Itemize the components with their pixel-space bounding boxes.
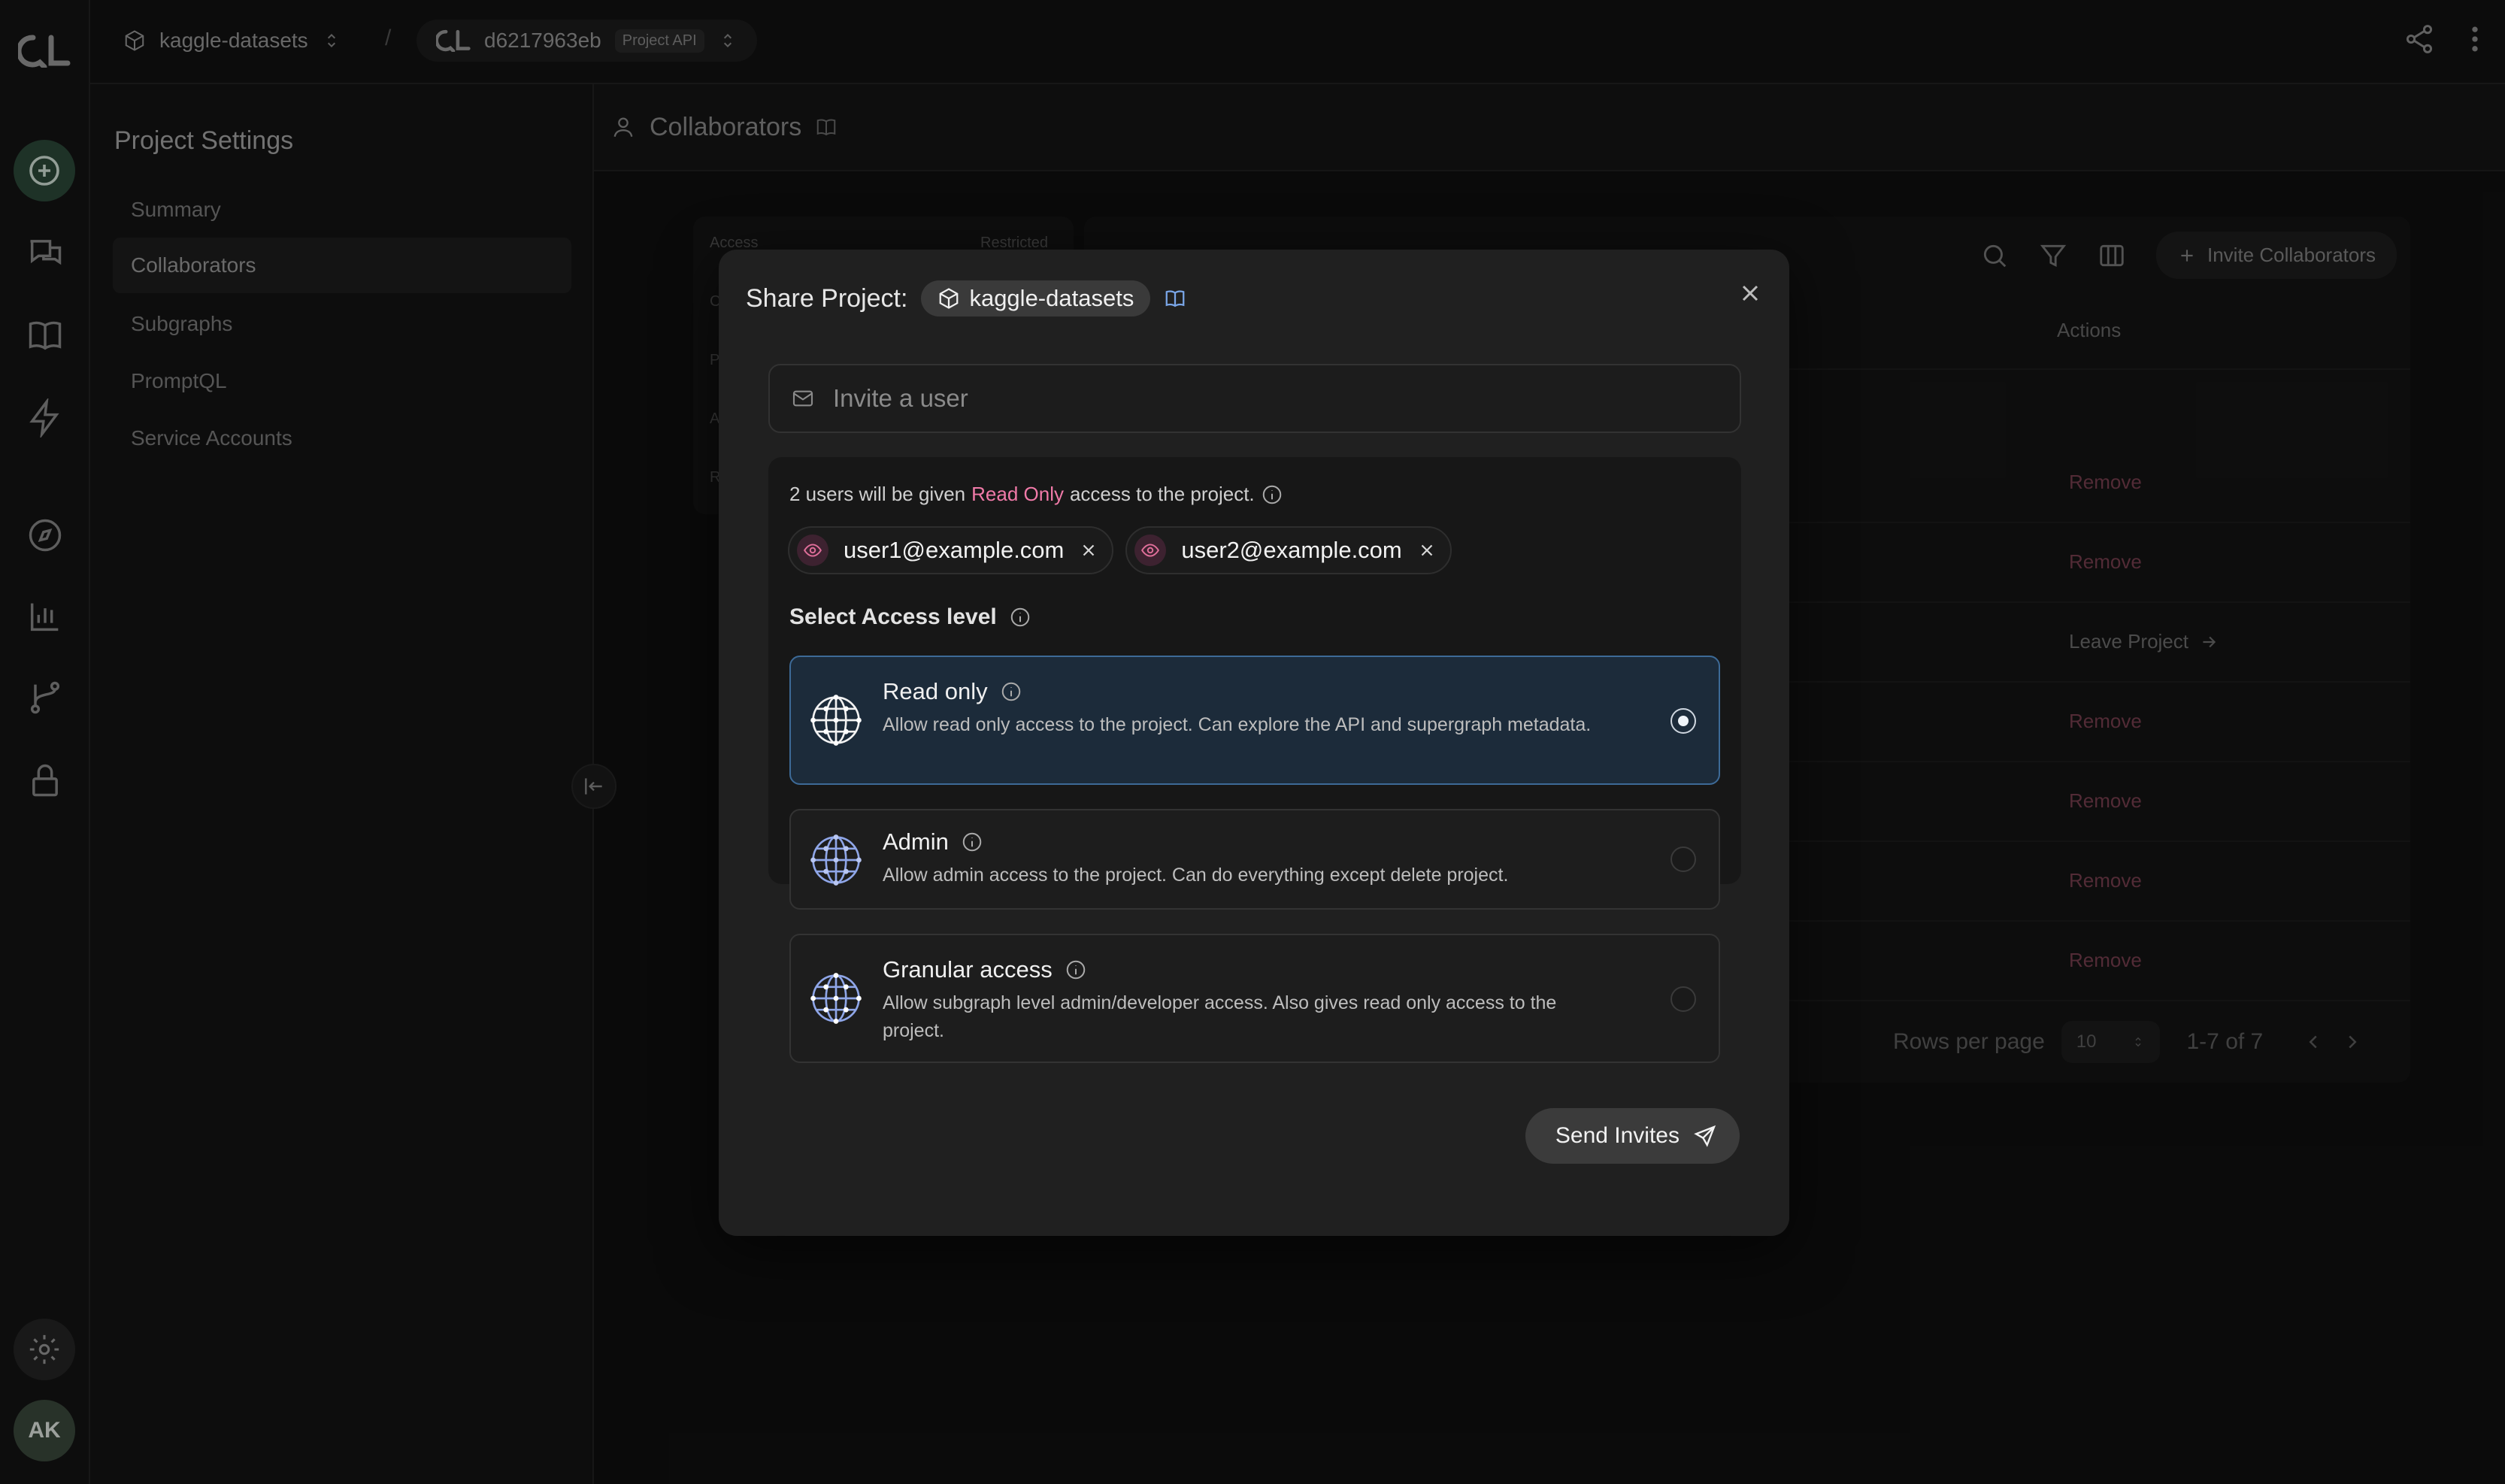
summary-access-level: Read Only bbox=[971, 483, 1064, 505]
info-icon[interactable] bbox=[1009, 606, 1031, 628]
summary-suffix: access to the project. bbox=[1069, 483, 1255, 505]
user-chip: user1@example.com bbox=[788, 526, 1114, 574]
info-icon[interactable] bbox=[961, 831, 983, 853]
close-icon[interactable] bbox=[1737, 280, 1764, 307]
mail-icon bbox=[792, 390, 813, 407]
access-option-read-only[interactable]: Read only Allow read only access to the … bbox=[789, 656, 1720, 785]
option-title: Read only bbox=[883, 678, 988, 704]
globe-network-icon bbox=[810, 973, 862, 1024]
option-radio[interactable] bbox=[1671, 708, 1696, 734]
cube-icon bbox=[940, 288, 959, 309]
project-chip-label: kaggle-datasets bbox=[969, 285, 1134, 311]
option-radio[interactable] bbox=[1671, 986, 1696, 1012]
send-invites-button[interactable]: Send Invites bbox=[1525, 1108, 1740, 1164]
globe-network-icon bbox=[810, 695, 862, 746]
option-description: Allow admin access to the project. Can d… bbox=[883, 865, 1509, 886]
access-level-label: Select Access level bbox=[789, 604, 997, 629]
access-option-granular[interactable]: Granular access Allow subgraph level adm… bbox=[789, 934, 1720, 1063]
globe-network-icon bbox=[810, 834, 862, 886]
invite-user-input[interactable] bbox=[833, 384, 1735, 413]
remove-user-icon[interactable] bbox=[1417, 541, 1437, 560]
remove-user-icon[interactable] bbox=[1079, 541, 1098, 560]
send-icon bbox=[1694, 1125, 1716, 1147]
summary-prefix: 2 users will be given bbox=[789, 483, 966, 505]
option-radio[interactable] bbox=[1671, 846, 1696, 872]
option-title: Admin bbox=[883, 828, 949, 855]
invite-user-field[interactable] bbox=[768, 364, 1741, 433]
user-chip: user2@example.com bbox=[1125, 526, 1452, 574]
option-description: Allow read only access to the project. C… bbox=[883, 714, 1592, 735]
access-option-admin[interactable]: Admin Allow admin access to the project.… bbox=[789, 809, 1720, 910]
share-summary: 2 users will be given Read Only access t… bbox=[789, 483, 1283, 506]
send-invites-label: Send Invites bbox=[1555, 1123, 1680, 1148]
share-project-dialog: Share Project: kaggle-datasets 2 users w… bbox=[719, 250, 1789, 1236]
option-title: Granular access bbox=[883, 956, 1053, 983]
docs-book-icon[interactable] bbox=[1164, 287, 1186, 310]
option-description: Allow subgraph level admin/developer acc… bbox=[883, 992, 1557, 1041]
info-icon[interactable] bbox=[1000, 680, 1022, 703]
share-panel: 2 users will be given Read Only access t… bbox=[768, 457, 1741, 1063]
eye-icon bbox=[1134, 535, 1167, 566]
info-icon[interactable] bbox=[1261, 483, 1283, 506]
eye-icon bbox=[797, 535, 828, 566]
info-icon[interactable] bbox=[1065, 959, 1087, 981]
project-chip: kaggle-datasets bbox=[921, 280, 1151, 316]
user-chip-email: user1@example.com bbox=[844, 537, 1065, 563]
dialog-title: Share Project: bbox=[746, 283, 908, 313]
user-chip-email: user2@example.com bbox=[1181, 537, 1402, 563]
